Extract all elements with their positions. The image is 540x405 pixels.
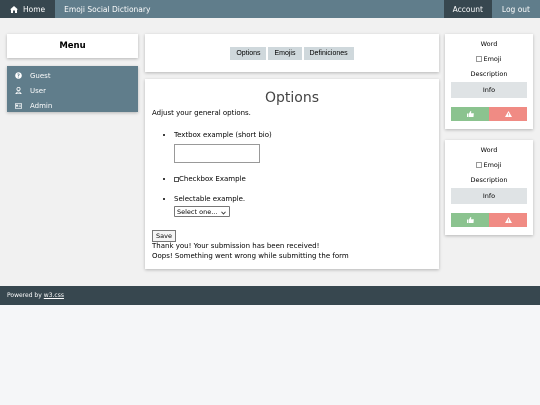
- info-button[interactable]: Info: [451, 82, 527, 98]
- home-icon: [10, 5, 18, 13]
- bio-textarea[interactable]: [174, 144, 260, 163]
- select-value: Select one...: [177, 208, 218, 216]
- sidebar-item-label: Guest: [30, 71, 51, 80]
- top-nav: Home Emoji Social Dictionary Account Log…: [0, 0, 540, 18]
- report-button[interactable]: [489, 107, 527, 121]
- page-title: Options: [264, 90, 320, 106]
- emoji-image: Emoji: [451, 55, 527, 63]
- word-description: Description: [470, 176, 508, 184]
- vote-bar: [451, 107, 527, 121]
- options-intro: Adjust your general options.: [152, 109, 251, 117]
- account-link[interactable]: Account: [443, 0, 492, 18]
- user-icon: [15, 87, 22, 94]
- info-button[interactable]: Info: [451, 188, 527, 204]
- footer-text: Powered by: [7, 292, 42, 299]
- home-link[interactable]: Home: [0, 0, 56, 18]
- thumbs-up-icon: [466, 111, 474, 117]
- textbox-label: Textbox example (short bio): [174, 131, 272, 139]
- tab-definiciones[interactable]: Definiciones: [303, 46, 354, 60]
- tab-options[interactable]: Options: [230, 46, 267, 60]
- thumbs-up-icon: [466, 217, 474, 223]
- word-title: Word: [480, 146, 498, 154]
- save-button[interactable]: Save: [152, 230, 176, 242]
- word-card: Word Emoji Description Info: [445, 34, 533, 129]
- warning-icon: [504, 111, 512, 117]
- error-message: Oops! Something went wrong while submitt…: [152, 251, 349, 260]
- like-button[interactable]: [451, 107, 489, 121]
- emoji-alt-text: Emoji: [483, 161, 502, 169]
- question-circle-icon: ?: [15, 72, 22, 79]
- page-background: [0, 305, 540, 405]
- list-item: Checkbox Example: [174, 175, 432, 183]
- options-list: Textbox example (short bio) Checkbox Exa…: [152, 131, 432, 217]
- broken-image-icon: [476, 56, 483, 62]
- id-card-icon: [15, 102, 22, 109]
- tab-emojis[interactable]: Emojis: [268, 46, 302, 60]
- like-button[interactable]: [451, 213, 489, 227]
- list-item: Selectable example. Select one...: [174, 195, 432, 217]
- warning-icon: [504, 217, 512, 223]
- sidebar-item-user[interactable]: User: [7, 83, 138, 98]
- success-message: Thank you! Your submission has been rece…: [152, 242, 320, 250]
- example-select[interactable]: Select one...: [174, 206, 230, 217]
- app-title-link[interactable]: Emoji Social Dictionary: [55, 0, 159, 18]
- report-button[interactable]: [489, 213, 527, 227]
- logout-link[interactable]: Log out: [492, 0, 540, 18]
- word-title: Word: [480, 40, 498, 48]
- chevron-down-icon: [221, 209, 226, 217]
- sidebar-nav: ? Guest User Admin: [7, 66, 138, 112]
- select-label: Selectable example.: [174, 195, 246, 203]
- broken-image-icon: [476, 162, 483, 168]
- w3css-link[interactable]: w3.css: [44, 292, 64, 299]
- emoji-image: Emoji: [451, 161, 527, 169]
- tab-bar: Options Emojis Definiciones: [145, 34, 439, 72]
- emoji-alt-text: Emoji: [483, 55, 502, 63]
- options-panel: Options Adjust your general options. Tex…: [145, 79, 439, 269]
- sidebar-item-admin[interactable]: Admin: [7, 98, 138, 113]
- word-card: Word Emoji Description Info: [445, 140, 533, 235]
- home-label: Home: [23, 4, 46, 14]
- sidebar-item-guest[interactable]: ? Guest: [7, 68, 138, 83]
- footer: Powered by w3.css: [0, 286, 540, 305]
- vote-bar: [451, 213, 527, 227]
- list-item: Textbox example (short bio): [174, 131, 432, 163]
- menu-heading: Menu: [7, 34, 138, 58]
- checkbox-label: Checkbox Example: [179, 175, 246, 183]
- sidebar-item-label: User: [30, 86, 46, 95]
- word-description: Description: [470, 70, 508, 78]
- sidebar-item-label: Admin: [30, 101, 53, 110]
- svg-text:?: ?: [17, 73, 20, 79]
